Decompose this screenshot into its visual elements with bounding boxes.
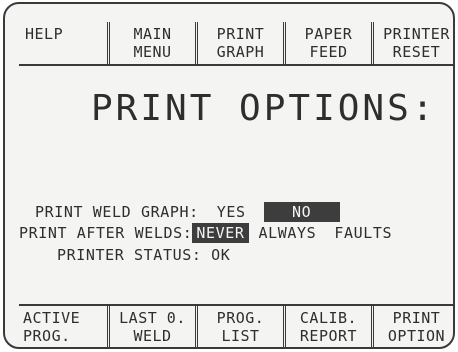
last-weld-softkey-label-2: WELD: [133, 327, 172, 345]
print-option-softkey[interactable]: PRINT OPTION: [371, 306, 453, 347]
print-option-softkey-label: PRINT: [392, 309, 441, 327]
lcd-screen: HELP MAIN MENU PRINT GRAPH PAPER FEED PR…: [3, 2, 455, 349]
last-weld-softkey[interactable]: LAST 0. WELD: [107, 306, 195, 347]
printer-reset-softkey[interactable]: PRINTER RESET: [371, 22, 453, 64]
weld-graph-no-option[interactable]: NO: [263, 202, 340, 222]
active-prog-softkey-label: ACTIVE: [23, 309, 81, 327]
paper-feed-softkey[interactable]: PAPER FEED: [283, 22, 371, 64]
printer-reset-softkey-label-2: RESET: [392, 43, 441, 61]
after-welds-always-option[interactable]: ALWAYS: [255, 223, 321, 243]
help-softkey[interactable]: HELP: [19, 22, 107, 64]
printer-status-row: PRINTER STATUS: OK: [57, 245, 230, 265]
print-graph-softkey[interactable]: PRINT GRAPH: [195, 22, 283, 64]
print-after-welds-label: PRINT AFTER WELDS:: [19, 224, 193, 242]
print-option-softkey-label-2: OPTION: [387, 327, 446, 345]
prog-list-softkey-label-2: LIST: [221, 327, 260, 345]
print-after-welds-row: PRINT AFTER WELDS: NEVER ALWAYS FAULTS: [19, 223, 396, 243]
prog-list-softkey[interactable]: PROG. LIST: [195, 306, 283, 347]
paper-feed-softkey-label: PAPER: [304, 25, 353, 43]
bottom-softkey-bar: ACTIVE PROG. LAST 0. WELD PROG. LIST CAL…: [19, 306, 453, 347]
calib-report-softkey-label: CALIB.: [299, 309, 358, 327]
top-divider: [19, 64, 453, 66]
prog-list-softkey-label: PROG.: [216, 309, 265, 327]
printer-status-label: PRINTER STATUS:: [57, 246, 202, 264]
main-menu-softkey-label: MAIN: [133, 25, 172, 43]
after-welds-never-option[interactable]: NEVER: [192, 223, 249, 243]
paper-feed-softkey-label-2: FEED: [309, 43, 348, 61]
help-softkey-label: HELP: [25, 25, 64, 43]
page-title: PRINT OPTIONS:: [91, 88, 437, 129]
after-welds-faults-option[interactable]: FAULTS: [330, 223, 396, 243]
active-prog-softkey-label-2: PROG.: [23, 327, 71, 345]
calib-report-softkey[interactable]: CALIB. REPORT: [283, 306, 371, 347]
main-menu-softkey[interactable]: MAIN MENU: [107, 22, 195, 64]
print-graph-softkey-label: PRINT: [216, 25, 265, 43]
top-softkey-bar: HELP MAIN MENU PRINT GRAPH PAPER FEED PR…: [19, 22, 453, 64]
printer-status-value: OK: [211, 246, 231, 264]
print-weld-graph-label: PRINT WELD GRAPH:: [35, 203, 199, 221]
last-weld-softkey-label: LAST 0.: [119, 309, 186, 327]
weld-graph-yes-option[interactable]: YES: [213, 202, 250, 222]
calib-report-softkey-label-2: REPORT: [299, 327, 358, 345]
main-menu-softkey-label-2: MENU: [133, 43, 172, 61]
active-prog-softkey[interactable]: ACTIVE PROG.: [19, 306, 107, 347]
print-graph-softkey-label-2: GRAPH: [216, 43, 265, 61]
printer-reset-softkey-label: PRINTER: [383, 25, 450, 43]
print-weld-graph-row: PRINT WELD GRAPH: YES NO: [35, 202, 340, 222]
